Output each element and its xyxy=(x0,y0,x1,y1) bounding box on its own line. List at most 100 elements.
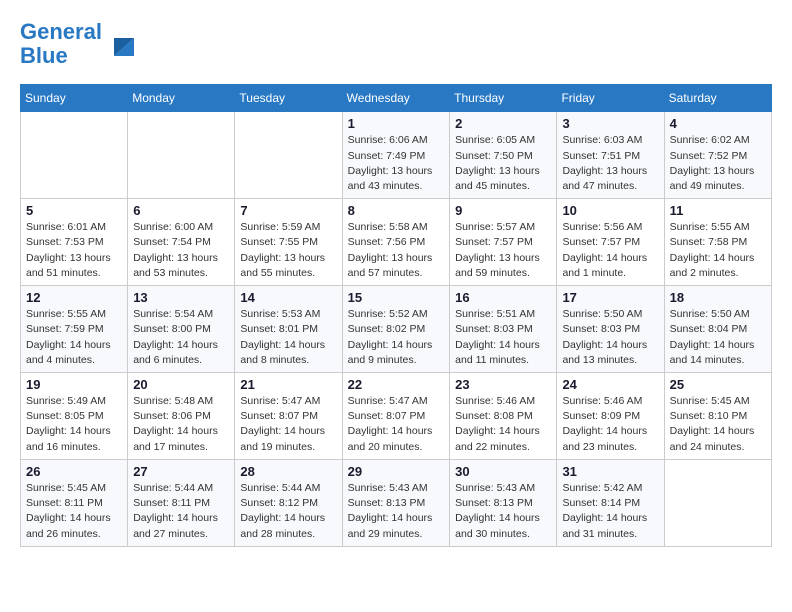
calendar-cell: 23 Sunrise: 5:46 AM Sunset: 8:08 PM Dayli… xyxy=(450,373,557,460)
day-info: Sunrise: 5:55 AM Sunset: 7:58 PM Dayligh… xyxy=(670,220,766,281)
day-number: 16 xyxy=(455,290,551,305)
weekday-header: Saturday xyxy=(664,85,771,112)
day-info: Sunrise: 5:47 AM Sunset: 8:07 PM Dayligh… xyxy=(348,394,444,455)
day-info: Sunrise: 6:00 AM Sunset: 7:54 PM Dayligh… xyxy=(133,220,229,281)
weekday-header: Tuesday xyxy=(235,85,342,112)
day-number: 9 xyxy=(455,203,551,218)
day-info: Sunrise: 5:46 AM Sunset: 8:08 PM Dayligh… xyxy=(455,394,551,455)
day-number: 17 xyxy=(562,290,658,305)
day-number: 24 xyxy=(562,377,658,392)
day-number: 20 xyxy=(133,377,229,392)
day-number: 2 xyxy=(455,116,551,131)
day-number: 15 xyxy=(348,290,444,305)
logo-icon xyxy=(106,28,138,60)
day-info: Sunrise: 5:57 AM Sunset: 7:57 PM Dayligh… xyxy=(455,220,551,281)
day-info: Sunrise: 5:43 AM Sunset: 8:13 PM Dayligh… xyxy=(348,481,444,542)
calendar-table: SundayMondayTuesdayWednesdayThursdayFrid… xyxy=(20,84,772,546)
day-number: 31 xyxy=(562,464,658,479)
day-info: Sunrise: 5:43 AM Sunset: 8:13 PM Dayligh… xyxy=(455,481,551,542)
day-info: Sunrise: 5:47 AM Sunset: 8:07 PM Dayligh… xyxy=(240,394,336,455)
calendar-cell xyxy=(235,112,342,199)
day-number: 13 xyxy=(133,290,229,305)
day-number: 3 xyxy=(562,116,658,131)
calendar-cell: 22Sunrise: 5:47 AM Sunset: 8:07 PM Dayli… xyxy=(342,373,449,460)
weekday-header: Sunday xyxy=(21,85,128,112)
calendar-cell: 1 Sunrise: 6:06 AM Sunset: 7:49 PM Daylig… xyxy=(342,112,449,199)
weekday-header: Friday xyxy=(557,85,664,112)
calendar-cell: 11 Sunrise: 5:55 AM Sunset: 7:58 PM Dayli… xyxy=(664,199,771,286)
day-number: 11 xyxy=(670,203,766,218)
calendar-cell: 26 Sunrise: 5:45 AM Sunset: 8:11 PM Dayli… xyxy=(21,459,128,546)
calendar-cell: 17 Sunrise: 5:50 AM Sunset: 8:03 PM Dayli… xyxy=(557,286,664,373)
calendar-cell: 20 Sunrise: 5:48 AM Sunset: 8:06 PM Dayli… xyxy=(128,373,235,460)
calendar-cell: 3Sunrise: 6:03 AM Sunset: 7:51 PM Daylig… xyxy=(557,112,664,199)
day-number: 23 xyxy=(455,377,551,392)
day-info: Sunrise: 5:50 AM Sunset: 8:04 PM Dayligh… xyxy=(670,307,766,368)
calendar-cell: 24 Sunrise: 5:46 AM Sunset: 8:09 PM Dayli… xyxy=(557,373,664,460)
day-number: 26 xyxy=(26,464,122,479)
calendar-week-row: 26 Sunrise: 5:45 AM Sunset: 8:11 PM Dayli… xyxy=(21,459,772,546)
page-header: General Blue xyxy=(20,20,772,68)
day-info: Sunrise: 5:42 AM Sunset: 8:14 PM Dayligh… xyxy=(562,481,658,542)
day-info: Sunrise: 5:45 AM Sunset: 8:11 PM Dayligh… xyxy=(26,481,122,542)
day-info: Sunrise: 5:59 AM Sunset: 7:55 PM Dayligh… xyxy=(240,220,336,281)
day-info: Sunrise: 5:49 AM Sunset: 8:05 PM Dayligh… xyxy=(26,394,122,455)
calendar-cell: 21 Sunrise: 5:47 AM Sunset: 8:07 PM Dayli… xyxy=(235,373,342,460)
calendar-cell: 15 Sunrise: 5:52 AM Sunset: 8:02 PM Dayli… xyxy=(342,286,449,373)
day-info: Sunrise: 5:52 AM Sunset: 8:02 PM Dayligh… xyxy=(348,307,444,368)
day-info: Sunrise: 6:06 AM Sunset: 7:49 PM Dayligh… xyxy=(348,133,444,194)
logo: General Blue xyxy=(20,20,138,68)
calendar-cell: 10 Sunrise: 5:56 AM Sunset: 7:57 PM Dayli… xyxy=(557,199,664,286)
calendar-cell: 19 Sunrise: 5:49 AM Sunset: 8:05 PM Dayli… xyxy=(21,373,128,460)
day-number: 7 xyxy=(240,203,336,218)
weekday-header: Monday xyxy=(128,85,235,112)
day-info: Sunrise: 5:44 AM Sunset: 8:11 PM Dayligh… xyxy=(133,481,229,542)
day-number: 29 xyxy=(348,464,444,479)
day-info: Sunrise: 6:01 AM Sunset: 7:53 PM Dayligh… xyxy=(26,220,122,281)
calendar-cell: 27Sunrise: 5:44 AM Sunset: 8:11 PM Dayli… xyxy=(128,459,235,546)
day-number: 14 xyxy=(240,290,336,305)
day-number: 8 xyxy=(348,203,444,218)
logo-text: General Blue xyxy=(20,20,102,68)
day-info: Sunrise: 5:48 AM Sunset: 8:06 PM Dayligh… xyxy=(133,394,229,455)
day-number: 12 xyxy=(26,290,122,305)
day-info: Sunrise: 5:53 AM Sunset: 8:01 PM Dayligh… xyxy=(240,307,336,368)
day-number: 18 xyxy=(670,290,766,305)
calendar-cell: 25Sunrise: 5:45 AM Sunset: 8:10 PM Dayli… xyxy=(664,373,771,460)
day-info: Sunrise: 5:51 AM Sunset: 8:03 PM Dayligh… xyxy=(455,307,551,368)
day-number: 25 xyxy=(670,377,766,392)
calendar-cell: 14 Sunrise: 5:53 AM Sunset: 8:01 PM Dayli… xyxy=(235,286,342,373)
calendar-cell: 30 Sunrise: 5:43 AM Sunset: 8:13 PM Dayli… xyxy=(450,459,557,546)
day-number: 19 xyxy=(26,377,122,392)
calendar-cell: 9 Sunrise: 5:57 AM Sunset: 7:57 PM Daylig… xyxy=(450,199,557,286)
calendar-cell: 4Sunrise: 6:02 AM Sunset: 7:52 PM Daylig… xyxy=(664,112,771,199)
calendar-cell: 5 Sunrise: 6:01 AM Sunset: 7:53 PM Daylig… xyxy=(21,199,128,286)
calendar-cell: 7 Sunrise: 5:59 AM Sunset: 7:55 PM Daylig… xyxy=(235,199,342,286)
day-number: 5 xyxy=(26,203,122,218)
day-number: 6 xyxy=(133,203,229,218)
calendar-cell xyxy=(21,112,128,199)
day-number: 10 xyxy=(562,203,658,218)
calendar-cell: 12 Sunrise: 5:55 AM Sunset: 7:59 PM Dayli… xyxy=(21,286,128,373)
weekday-header: Thursday xyxy=(450,85,557,112)
day-number: 30 xyxy=(455,464,551,479)
calendar-cell: 6 Sunrise: 6:00 AM Sunset: 7:54 PM Daylig… xyxy=(128,199,235,286)
calendar-week-row: 19 Sunrise: 5:49 AM Sunset: 8:05 PM Dayli… xyxy=(21,373,772,460)
calendar-cell: 13 Sunrise: 5:54 AM Sunset: 8:00 PM Dayli… xyxy=(128,286,235,373)
calendar-cell: 31 Sunrise: 5:42 AM Sunset: 8:14 PM Dayli… xyxy=(557,459,664,546)
calendar-cell: 2Sunrise: 6:05 AM Sunset: 7:50 PM Daylig… xyxy=(450,112,557,199)
day-info: Sunrise: 5:56 AM Sunset: 7:57 PM Dayligh… xyxy=(562,220,658,281)
day-info: Sunrise: 5:50 AM Sunset: 8:03 PM Dayligh… xyxy=(562,307,658,368)
calendar-cell xyxy=(128,112,235,199)
day-info: Sunrise: 5:55 AM Sunset: 7:59 PM Dayligh… xyxy=(26,307,122,368)
day-number: 1 xyxy=(348,116,444,131)
day-info: Sunrise: 5:54 AM Sunset: 8:00 PM Dayligh… xyxy=(133,307,229,368)
calendar-week-row: 1 Sunrise: 6:06 AM Sunset: 7:49 PM Daylig… xyxy=(21,112,772,199)
calendar-cell: 18 Sunrise: 5:50 AM Sunset: 8:04 PM Dayli… xyxy=(664,286,771,373)
calendar-cell: 29 Sunrise: 5:43 AM Sunset: 8:13 PM Dayli… xyxy=(342,459,449,546)
day-number: 21 xyxy=(240,377,336,392)
day-info: Sunrise: 6:02 AM Sunset: 7:52 PM Dayligh… xyxy=(670,133,766,194)
day-number: 28 xyxy=(240,464,336,479)
weekday-header: Wednesday xyxy=(342,85,449,112)
day-info: Sunrise: 5:46 AM Sunset: 8:09 PM Dayligh… xyxy=(562,394,658,455)
